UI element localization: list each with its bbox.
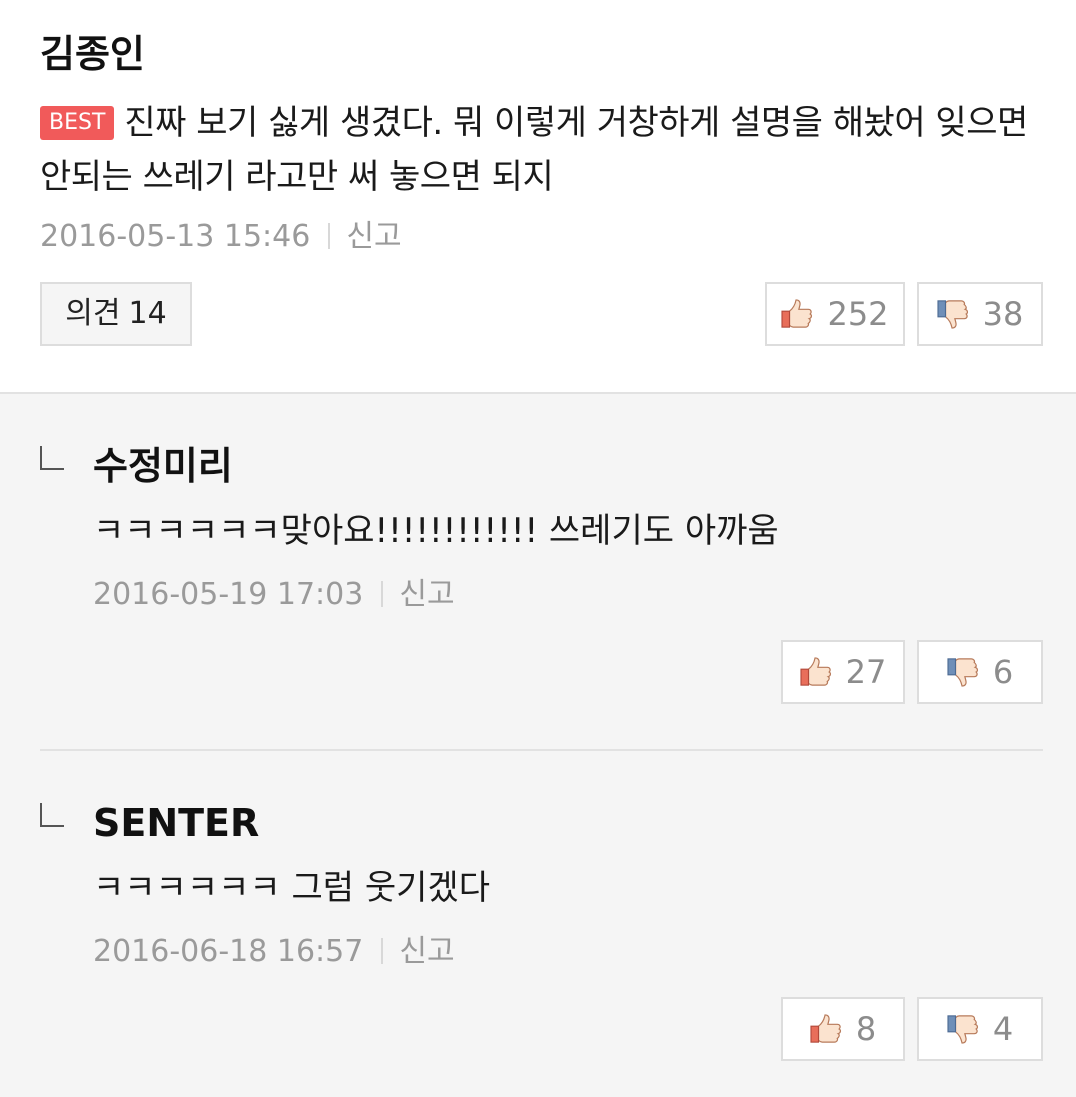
reply-arrow-icon bbox=[40, 446, 64, 470]
meta-separator bbox=[328, 223, 331, 249]
reply-meta: 2016-06-18 16:57 신고 bbox=[93, 934, 455, 970]
like-button[interactable]: 252 bbox=[765, 282, 905, 346]
like-count: 27 bbox=[845, 653, 887, 691]
dislike-button[interactable]: 4 bbox=[917, 997, 1043, 1061]
reply-meta: 2016-05-19 17:03 신고 bbox=[93, 577, 455, 613]
report-link[interactable]: 신고 bbox=[399, 577, 454, 612]
reply-text: ㅋㅋㅋㅋㅋㅋ맞아요!!!!!!!!!!!! 쓰레기도 아까움 bbox=[93, 511, 779, 551]
like-button[interactable]: 8 bbox=[781, 997, 905, 1061]
thumbs-down-icon bbox=[947, 657, 979, 687]
reply-list: 수정미리 ㅋㅋㅋㅋㅋㅋ맞아요!!!!!!!!!!!! 쓰레기도 아까움 2016… bbox=[0, 392, 1076, 1097]
like-count: 8 bbox=[855, 1010, 877, 1048]
dislike-button[interactable]: 6 bbox=[917, 640, 1043, 704]
thumbs-down-icon bbox=[947, 1014, 979, 1044]
opinion-label: 의견 bbox=[65, 296, 121, 331]
meta-separator bbox=[381, 581, 384, 607]
reply-date: 2016-05-19 17:03 bbox=[93, 577, 364, 612]
comment-text: 진짜 보기 싫게 생겼다. 뭐 이렇게 거창하게 설명을 해놨어 잊으면 안되는… bbox=[40, 103, 1028, 197]
comment-body: BEST 진짜 보기 싫게 생겼다. 뭐 이렇게 거창하게 설명을 해놨어 잊으면… bbox=[40, 96, 1040, 204]
thumbs-up-icon bbox=[800, 657, 832, 687]
thumbs-up-icon bbox=[781, 299, 813, 329]
reply-author[interactable]: 수정미리 bbox=[93, 444, 233, 488]
thumbs-up-icon bbox=[810, 1014, 842, 1044]
comment-thread: 김종인 BEST 진짜 보기 싫게 생겼다. 뭐 이렇게 거창하게 설명을 해놨어… bbox=[0, 0, 1076, 1097]
reply-item: SENTER ㅋㅋㅋㅋㅋㅋ 그럼 웃기겠다 2016-06-18 16:57 신고… bbox=[0, 751, 1076, 1097]
like-count: 252 bbox=[827, 295, 889, 333]
reply-text: ㅋㅋㅋㅋㅋㅋ 그럼 웃기겠다 bbox=[93, 868, 490, 908]
dislike-count: 6 bbox=[992, 653, 1014, 691]
meta-separator bbox=[381, 938, 384, 964]
reply-arrow-icon bbox=[40, 803, 64, 827]
reply-date: 2016-06-18 16:57 bbox=[93, 934, 364, 969]
best-comment: 김종인 BEST 진짜 보기 싫게 생겼다. 뭐 이렇게 거창하게 설명을 해놨어… bbox=[0, 0, 1076, 392]
comment-meta: 2016-05-13 15:46 신고 bbox=[40, 219, 402, 255]
dislike-count: 4 bbox=[992, 1010, 1014, 1048]
thumbs-down-icon bbox=[937, 299, 969, 329]
like-button[interactable]: 27 bbox=[781, 640, 905, 704]
reply-item: 수정미리 ㅋㅋㅋㅋㅋㅋ맞아요!!!!!!!!!!!! 쓰레기도 아까움 2016… bbox=[0, 394, 1076, 751]
report-link[interactable]: 신고 bbox=[399, 934, 454, 969]
comment-date: 2016-05-13 15:46 bbox=[40, 219, 311, 254]
dislike-count: 38 bbox=[982, 295, 1024, 333]
report-link[interactable]: 신고 bbox=[346, 219, 401, 254]
opinion-button[interactable]: 의견 14 bbox=[40, 282, 192, 346]
dislike-button[interactable]: 38 bbox=[917, 282, 1043, 346]
best-badge: BEST bbox=[40, 106, 115, 140]
reply-author[interactable]: SENTER bbox=[93, 801, 259, 845]
comment-author[interactable]: 김종인 bbox=[40, 32, 145, 76]
opinion-count: 14 bbox=[128, 296, 167, 331]
